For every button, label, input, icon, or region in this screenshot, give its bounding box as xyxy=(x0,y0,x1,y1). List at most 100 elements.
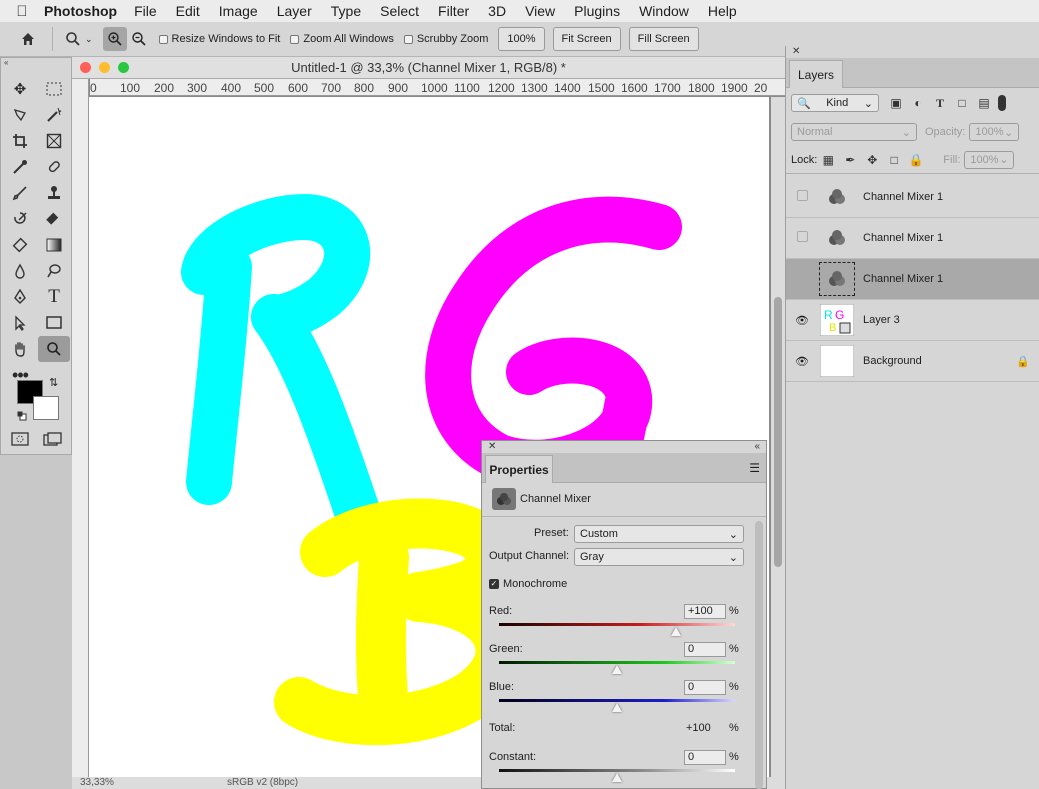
visibility-toggle[interactable] xyxy=(786,190,818,204)
lock-position-icon[interactable]: ✥ xyxy=(861,153,883,167)
panel-grip[interactable] xyxy=(1,68,71,76)
menu-window[interactable]: Window xyxy=(639,3,689,19)
eye-icon[interactable]: 👁 xyxy=(786,314,818,327)
collapse-icon[interactable]: « xyxy=(754,441,760,453)
move-tool-icon[interactable]: ✥ xyxy=(4,76,36,102)
visibility-toggle[interactable] xyxy=(786,272,818,286)
home-icon[interactable] xyxy=(16,27,40,51)
menu-image[interactable]: Image xyxy=(219,3,258,19)
menu-select[interactable]: Select xyxy=(380,3,419,19)
checkbox-box[interactable] xyxy=(158,34,168,44)
pixel-filter-icon[interactable]: ▣ xyxy=(885,96,907,110)
eraser-tool-icon[interactable] xyxy=(38,206,70,232)
filter-toggle-icon[interactable] xyxy=(998,95,1006,111)
shape-filter-icon[interactable]: □ xyxy=(951,96,973,110)
layer-row[interactable]: Channel Mixer 1 xyxy=(786,177,1039,218)
layer-row[interactable]: 👁 Background 🔒 xyxy=(786,341,1039,382)
filter-kind-select[interactable]: 🔍 Kind ⌄ xyxy=(791,94,879,112)
hand-tool-icon[interactable] xyxy=(4,336,36,362)
layer-name[interactable]: Background xyxy=(863,355,922,367)
tab-properties[interactable]: Properties xyxy=(485,455,553,483)
lasso-tool-icon[interactable] xyxy=(4,102,36,128)
lock-icon[interactable]: 🔒 xyxy=(1016,355,1030,368)
resize-windows-checkbox[interactable]: Resize Windows to Fit xyxy=(158,33,280,45)
green-slider[interactable] xyxy=(499,661,735,664)
smart-object-filter-icon[interactable]: ▤ xyxy=(973,96,995,110)
apple-menu-icon[interactable]:  xyxy=(0,3,44,20)
lock-pixels-icon[interactable]: ✒ xyxy=(839,153,861,167)
zoom-out-icon[interactable] xyxy=(127,27,151,51)
fit-screen-button[interactable]: Fit Screen xyxy=(552,27,621,51)
quick-mask-icon[interactable] xyxy=(11,432,29,449)
adjustment-filter-icon[interactable]: ◐ xyxy=(907,96,929,110)
panel-menu-icon[interactable]: ☰ xyxy=(749,461,760,475)
pen-tool-icon[interactable] xyxy=(4,284,36,310)
brush-tool-icon[interactable] xyxy=(4,180,36,206)
green-input[interactable]: 0 xyxy=(684,642,726,657)
healing-brush-icon[interactable] xyxy=(38,154,70,180)
preset-select[interactable]: Custom ⌄ xyxy=(574,525,744,543)
type-filter-icon[interactable]: T xyxy=(929,96,951,111)
fill-input[interactable]: 100% ⌄ xyxy=(964,150,1015,169)
zoom-in-icon[interactable] xyxy=(102,27,127,51)
eyedropper-icon[interactable] xyxy=(4,154,36,180)
path-selection-icon[interactable] xyxy=(4,310,36,336)
rectangle-tool-icon[interactable] xyxy=(38,310,70,336)
layer-name[interactable]: Channel Mixer 1 xyxy=(863,273,943,285)
menu-plugins[interactable]: Plugins xyxy=(574,3,620,19)
green-slider-handle[interactable] xyxy=(612,665,622,674)
menu-file[interactable]: File xyxy=(134,3,157,19)
blur-tool-icon[interactable] xyxy=(4,258,36,284)
layer-row[interactable]: Channel Mixer 1 xyxy=(786,218,1039,259)
properties-scrollbar[interactable] xyxy=(755,521,763,789)
crop-tool-icon[interactable] xyxy=(4,128,36,154)
eraser-alt-icon[interactable] xyxy=(4,232,36,258)
red-input[interactable]: +100 xyxy=(684,604,726,619)
eye-icon[interactable]: 👁 xyxy=(786,355,818,368)
constant-input[interactable]: 0 xyxy=(684,750,726,765)
layer-row[interactable]: 👁 RGB Layer 3 xyxy=(786,300,1039,341)
status-profile[interactable]: sRGB v2 (8bpc) xyxy=(227,777,298,788)
frame-tool-icon[interactable] xyxy=(38,128,70,154)
screen-mode-icon[interactable] xyxy=(43,432,63,449)
marquee-tool-icon[interactable] xyxy=(38,76,70,102)
menu-layer[interactable]: Layer xyxy=(277,3,312,19)
zoom-tool-preset-icon[interactable] xyxy=(61,27,85,51)
opacity-input[interactable]: 100% ⌄ xyxy=(969,123,1020,141)
output-channel-select[interactable]: Gray ⌄ xyxy=(574,548,744,566)
checkbox-box[interactable] xyxy=(290,34,300,44)
visibility-toggle[interactable] xyxy=(786,231,818,245)
constant-slider-handle[interactable] xyxy=(612,773,622,782)
layer-name[interactable]: Channel Mixer 1 xyxy=(863,232,943,244)
menu-help[interactable]: Help xyxy=(708,3,737,19)
checkbox-box[interactable] xyxy=(403,34,413,44)
menu-3d[interactable]: 3D xyxy=(488,3,506,19)
blue-slider-handle[interactable] xyxy=(612,703,622,712)
collapse-icon[interactable]: « xyxy=(1,58,71,68)
lock-all-icon[interactable]: 🔒 xyxy=(905,153,927,167)
blend-mode-select[interactable]: Normal ⌄ xyxy=(791,123,917,141)
red-slider[interactable] xyxy=(499,623,735,626)
lock-artboard-icon[interactable]: □ xyxy=(883,153,905,167)
magic-wand-icon[interactable] xyxy=(38,102,70,128)
blue-input[interactable]: 0 xyxy=(684,680,726,695)
scrollbar-thumb[interactable] xyxy=(774,297,782,567)
layer-row-selected[interactable]: Channel Mixer 1 xyxy=(786,259,1039,300)
horizontal-ruler[interactable]: 0 100 200 300 400 500 600 700 800 900 10… xyxy=(90,79,785,96)
dodge-tool-icon[interactable] xyxy=(38,258,70,284)
monochrome-checkbox[interactable]: ✓ xyxy=(489,579,499,589)
blue-slider[interactable] xyxy=(499,699,735,702)
zoom-all-windows-checkbox[interactable]: Zoom All Windows xyxy=(290,33,394,45)
background-color-swatch[interactable] xyxy=(33,396,59,420)
close-icon[interactable]: ✕ xyxy=(786,46,1039,58)
menu-filter[interactable]: Filter xyxy=(438,3,469,19)
constant-slider[interactable] xyxy=(499,769,735,772)
menu-view[interactable]: View xyxy=(525,3,555,19)
status-zoom[interactable]: 33,33% xyxy=(80,777,114,788)
scrubby-zoom-checkbox[interactable]: Scrubby Zoom xyxy=(403,33,488,45)
lock-transparency-icon[interactable]: ▦ xyxy=(817,153,839,167)
vertical-scrollbar[interactable] xyxy=(771,97,785,777)
app-menu[interactable]: Photoshop xyxy=(44,3,117,19)
close-icon[interactable]: ✕ xyxy=(488,441,496,453)
layer-name[interactable]: Channel Mixer 1 xyxy=(863,191,943,203)
